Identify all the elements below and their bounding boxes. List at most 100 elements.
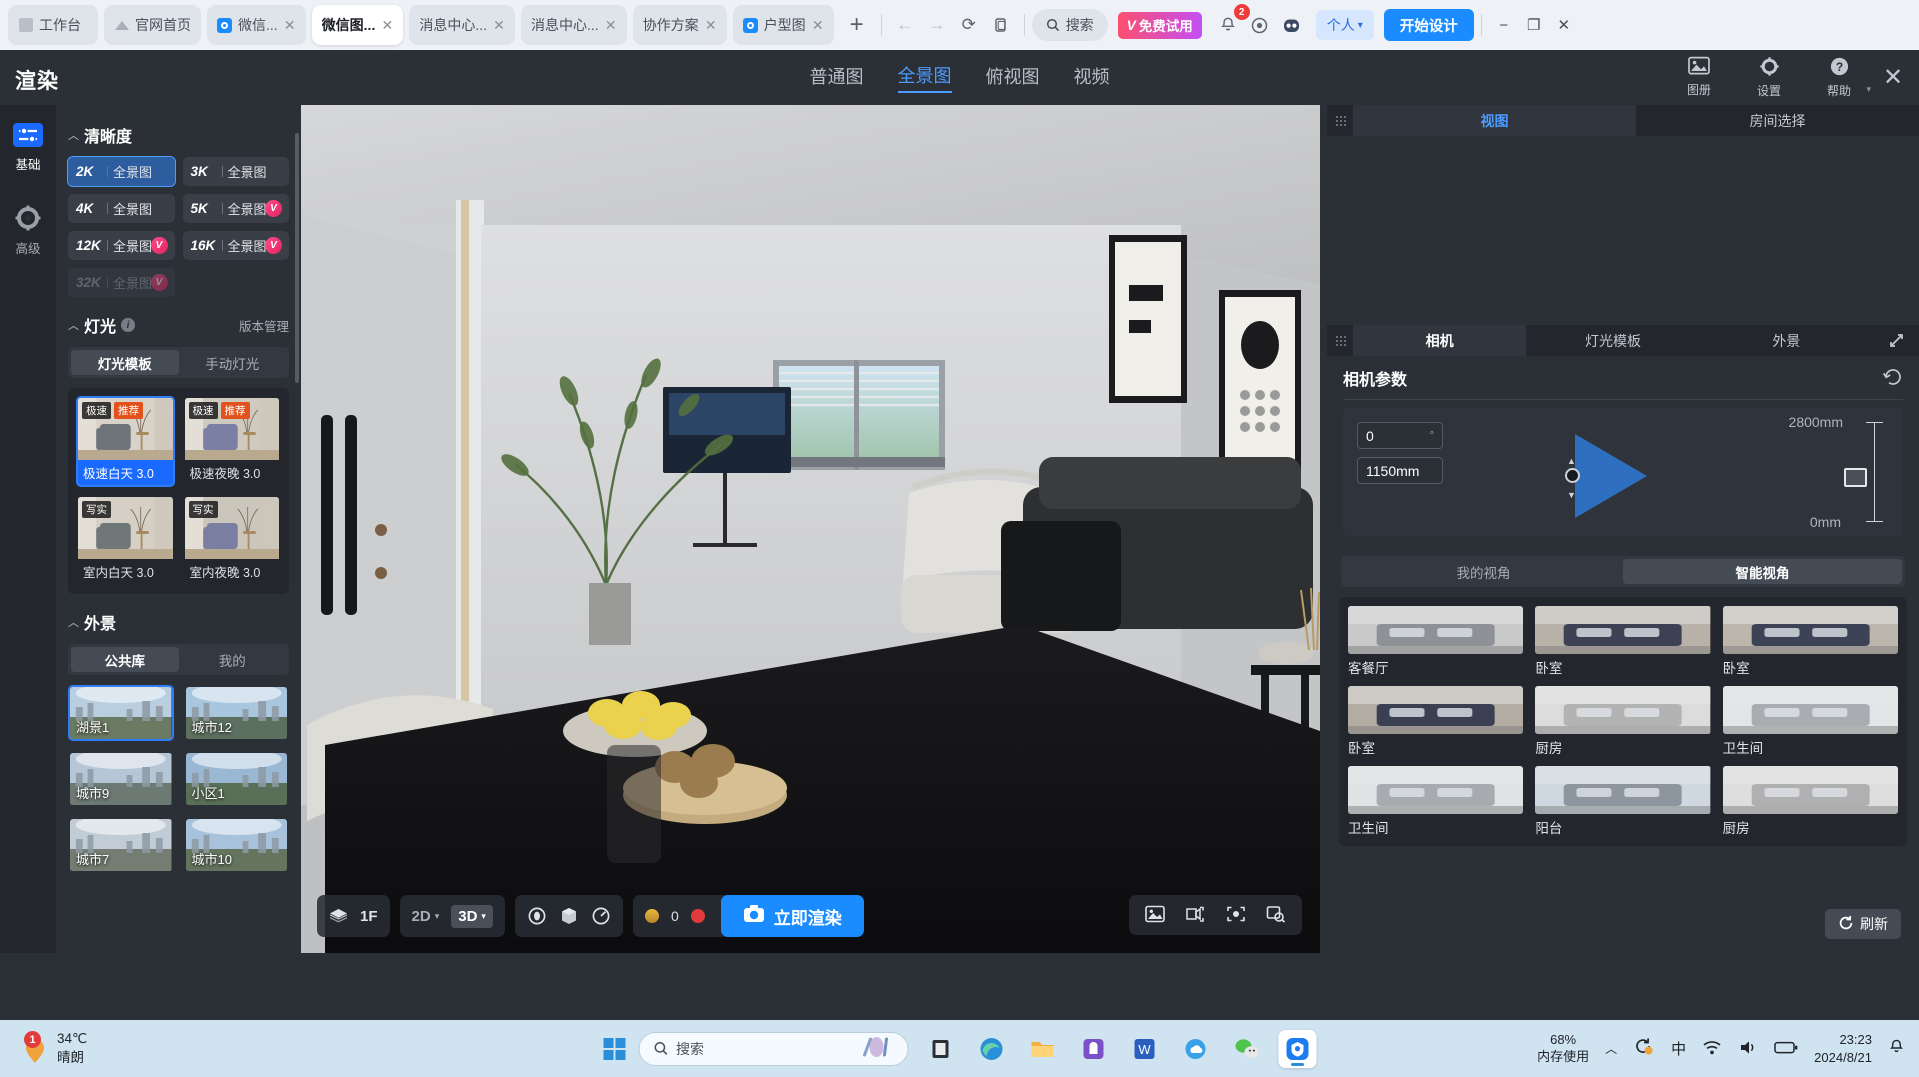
resolution-option-12K[interactable]: 12K 全景图 V bbox=[68, 231, 175, 260]
render-mode-tab-0[interactable]: 普通图 bbox=[810, 63, 864, 92]
tab-close-icon[interactable]: ✕ bbox=[705, 17, 717, 34]
lighting-template-2[interactable]: 写实 室内白天 3.0 bbox=[76, 495, 175, 586]
window-maximize-button[interactable]: ❐ bbox=[1519, 10, 1549, 40]
browser-tab-7[interactable]: 户型图 ✕ bbox=[732, 5, 834, 45]
tab-close-icon[interactable]: ✕ bbox=[381, 17, 393, 34]
resolution-option-3K[interactable]: 3K 全景图 bbox=[182, 157, 289, 186]
exterior-item-4[interactable]: 城市7 bbox=[68, 817, 174, 873]
header-action-设置[interactable]: 设置 bbox=[1747, 56, 1791, 99]
notifications-bell-icon[interactable]: 2 bbox=[1212, 4, 1250, 41]
gauge-icon[interactable] bbox=[591, 906, 611, 926]
right-camera-tab-1[interactable]: 灯光模板 bbox=[1526, 325, 1699, 356]
start-design-button[interactable]: 开始设计 bbox=[1383, 9, 1474, 41]
render-mode-tab-2[interactable]: 俯视图 bbox=[986, 63, 1040, 92]
viewpoint-item-6[interactable]: 卫生间 bbox=[1348, 766, 1524, 837]
close-render-panel-button[interactable]: ✕ bbox=[1875, 60, 1911, 96]
forward-icon[interactable]: → bbox=[921, 9, 953, 41]
window-minimize-button[interactable]: − bbox=[1489, 10, 1519, 40]
drag-handle-icon[interactable] bbox=[1327, 325, 1353, 356]
memory-usage-indicator[interactable]: 68% 内存使用 bbox=[1537, 1032, 1589, 1066]
taskbar-app-edge[interactable] bbox=[972, 1030, 1010, 1068]
taskbar-app-files[interactable] bbox=[921, 1030, 959, 1068]
browser-tab-0[interactable]: 工作台 bbox=[8, 5, 98, 45]
back-icon[interactable]: ← bbox=[889, 9, 921, 41]
tab-close-icon[interactable]: ✕ bbox=[284, 17, 296, 34]
lighting-tab-1[interactable]: 手动灯光 bbox=[179, 350, 287, 375]
tab-close-icon[interactable]: ✕ bbox=[493, 17, 505, 34]
screenshot-icon[interactable] bbox=[1185, 905, 1206, 926]
lighting-section-header[interactable]: ︿ 灯光 i 版本管理 bbox=[68, 313, 289, 337]
render-mode-tab-3[interactable]: 视频 bbox=[1074, 63, 1110, 92]
resolution-option-4K[interactable]: 4K 全景图 bbox=[68, 194, 175, 223]
left-panel-scrollbar[interactable] bbox=[295, 133, 299, 383]
clarity-section-header[interactable]: ︿ 清晰度 bbox=[68, 123, 289, 147]
new-tab-button[interactable]: + bbox=[840, 8, 874, 42]
reload-icon[interactable]: ⟳ bbox=[953, 9, 985, 41]
exterior-item-3[interactable]: 小区1 bbox=[184, 751, 290, 807]
browser-tab-5[interactable]: 消息中心... ✕ bbox=[521, 5, 627, 45]
exterior-item-0[interactable]: 湖景1 bbox=[68, 685, 174, 741]
target-icon[interactable] bbox=[527, 906, 547, 926]
floor-selector[interactable]: 1F bbox=[317, 895, 390, 937]
reset-icon[interactable] bbox=[1882, 367, 1903, 389]
drag-handle-icon[interactable] bbox=[1327, 105, 1353, 136]
assistant-robot-icon[interactable] bbox=[1276, 9, 1308, 41]
version-manage-link[interactable]: 版本管理 bbox=[239, 316, 289, 335]
view-2d-dropdown[interactable]: 2D ▾ bbox=[412, 908, 440, 925]
taskbar-app-wechat[interactable] bbox=[1227, 1030, 1265, 1068]
wifi-icon[interactable] bbox=[1702, 1039, 1722, 1059]
browser-tab-1[interactable]: 官网首页 bbox=[104, 5, 201, 45]
browser-tab-4[interactable]: 消息中心... ✕ bbox=[409, 5, 516, 45]
camera-height-knob[interactable] bbox=[1565, 468, 1580, 483]
taskbar-clock[interactable]: 23:23 2024/8/21 bbox=[1814, 1031, 1872, 1066]
camera-height-field[interactable]: 1150mm bbox=[1357, 457, 1443, 484]
render-viewport-3d[interactable]: 1F 2D ▾ 3D ▾ 0 立即渲染 bbox=[301, 105, 1320, 953]
resolution-option-5K[interactable]: 5K 全景图 V bbox=[182, 194, 289, 223]
taskbar-search-input[interactable]: 搜索 bbox=[638, 1031, 908, 1066]
exterior-section-header[interactable]: ︿ 外景 bbox=[68, 610, 289, 634]
expand-panel-button[interactable] bbox=[1873, 325, 1919, 356]
exterior-item-1[interactable]: 城市12 bbox=[184, 685, 290, 741]
viewpoint-item-3[interactable]: 卧室 bbox=[1348, 686, 1524, 757]
zoom-search-icon[interactable] bbox=[1266, 905, 1286, 926]
ime-indicator[interactable]: 中 bbox=[1671, 1038, 1686, 1059]
tab-close-icon[interactable]: ✕ bbox=[605, 17, 617, 34]
info-icon[interactable]: i bbox=[121, 318, 136, 332]
notification-bell-icon[interactable] bbox=[1888, 1038, 1905, 1059]
user-account-button[interactable]: 个人 ▾ bbox=[1315, 10, 1374, 40]
lighting-template-0[interactable]: 极速 推荐 极速白天 3.0 bbox=[76, 396, 175, 487]
header-action-帮助[interactable]: ? 帮助 bbox=[1817, 56, 1861, 99]
view-3d-dropdown[interactable]: 3D ▾ bbox=[451, 904, 493, 928]
taskbar-app-designer[interactable] bbox=[1278, 1029, 1316, 1068]
camera-position-marker[interactable] bbox=[1844, 468, 1867, 487]
right-camera-tab-2[interactable]: 外景 bbox=[1700, 325, 1873, 356]
render-now-button[interactable]: 立即渲染 bbox=[720, 895, 864, 937]
exterior-tab-1[interactable]: 我的 bbox=[179, 647, 287, 672]
exterior-item-5[interactable]: 城市10 bbox=[184, 817, 290, 873]
viewpoint-item-7[interactable]: 阳台 bbox=[1535, 766, 1711, 837]
tab-close-icon[interactable]: ✕ bbox=[812, 17, 824, 34]
image-icon[interactable] bbox=[1145, 905, 1165, 926]
battery-icon[interactable] bbox=[1774, 1040, 1798, 1058]
weather-widget[interactable]: 1 34℃ 晴朗 bbox=[22, 1030, 87, 1067]
taskbar-app-explorer[interactable] bbox=[1023, 1030, 1061, 1068]
viewpoint-tab-1[interactable]: 智能视角 bbox=[1623, 559, 1902, 584]
right-view-tab-0[interactable]: 视图 bbox=[1353, 105, 1636, 136]
lighting-template-1[interactable]: 极速 推荐 极速夜晚 3.0 bbox=[183, 396, 282, 487]
focus-icon[interactable] bbox=[1226, 905, 1246, 926]
viewpoint-item-4[interactable]: 厨房 bbox=[1535, 686, 1711, 757]
viewpoint-item-8[interactable]: 厨房 bbox=[1722, 766, 1898, 837]
viewpoint-item-0[interactable]: 客餐厅 bbox=[1348, 606, 1524, 677]
resolution-option-2K[interactable]: 2K 全景图 bbox=[67, 156, 176, 187]
camera-control-area[interactable]: 0 ° 1150mm ▲ ▼ 2800mm 0mm bbox=[1343, 408, 1903, 536]
sidebar-item-basic[interactable]: 基础 bbox=[2, 121, 54, 173]
right-view-tab-1[interactable]: 房间选择 bbox=[1636, 105, 1919, 136]
chevron-down-icon[interactable]: ▾ bbox=[1866, 84, 1871, 95]
exterior-tab-0[interactable]: 公共库 bbox=[71, 647, 179, 672]
sync-icon[interactable] bbox=[1633, 1037, 1655, 1060]
taskbar-app-store[interactable] bbox=[1074, 1030, 1112, 1068]
volume-icon[interactable] bbox=[1738, 1039, 1758, 1059]
exterior-item-2[interactable]: 城市9 bbox=[68, 751, 174, 807]
lighting-tab-0[interactable]: 灯光模板 bbox=[71, 350, 179, 375]
viewpoint-item-5[interactable]: 卫生间 bbox=[1722, 686, 1898, 757]
